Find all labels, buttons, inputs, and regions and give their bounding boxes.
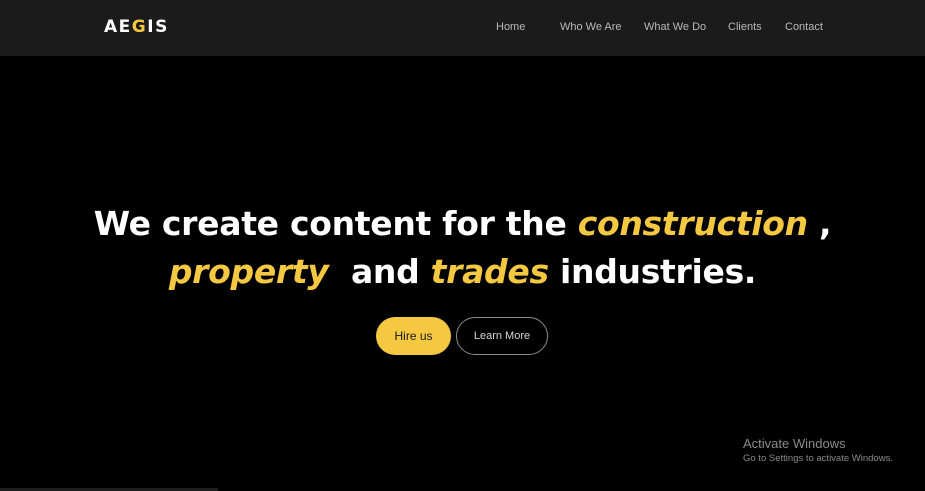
learn-more-button[interactable]: Learn More bbox=[456, 317, 548, 355]
hero-highlight-trades: trades bbox=[430, 252, 549, 291]
nav-link-home[interactable]: Home bbox=[496, 21, 525, 33]
hero-headline-line-1: We create content for the construction , bbox=[0, 204, 925, 243]
logo-text-end: IS bbox=[147, 17, 169, 37]
hero-headline-line-2: property and trades industries. bbox=[0, 252, 925, 291]
hero-highlight-construction: construction bbox=[577, 204, 808, 243]
hero-text: , bbox=[807, 204, 832, 243]
nav-link-clients[interactable]: Clients bbox=[728, 21, 762, 33]
hire-us-button[interactable]: Hire us bbox=[376, 317, 451, 355]
hero-text: and bbox=[328, 252, 431, 291]
activate-windows-subtitle: Go to Settings to activate Windows. bbox=[743, 453, 893, 464]
nav-link-what-we-do[interactable]: What We Do bbox=[644, 21, 706, 33]
logo-text-start: AE bbox=[104, 17, 132, 37]
nav-link-contact[interactable]: Contact bbox=[785, 21, 823, 33]
hero-text: industries. bbox=[548, 252, 757, 291]
navbar: AEGIS Home Who We Are What We Do Clients… bbox=[0, 0, 925, 56]
hero-highlight-property: property bbox=[168, 252, 329, 291]
hero-text: We create content for the bbox=[93, 204, 578, 243]
nav-link-who-we-are[interactable]: Who We Are bbox=[560, 21, 622, 33]
activate-windows-title: Activate Windows bbox=[743, 436, 846, 451]
logo[interactable]: AEGIS bbox=[104, 17, 169, 37]
logo-accent-letter: G bbox=[131, 17, 148, 37]
